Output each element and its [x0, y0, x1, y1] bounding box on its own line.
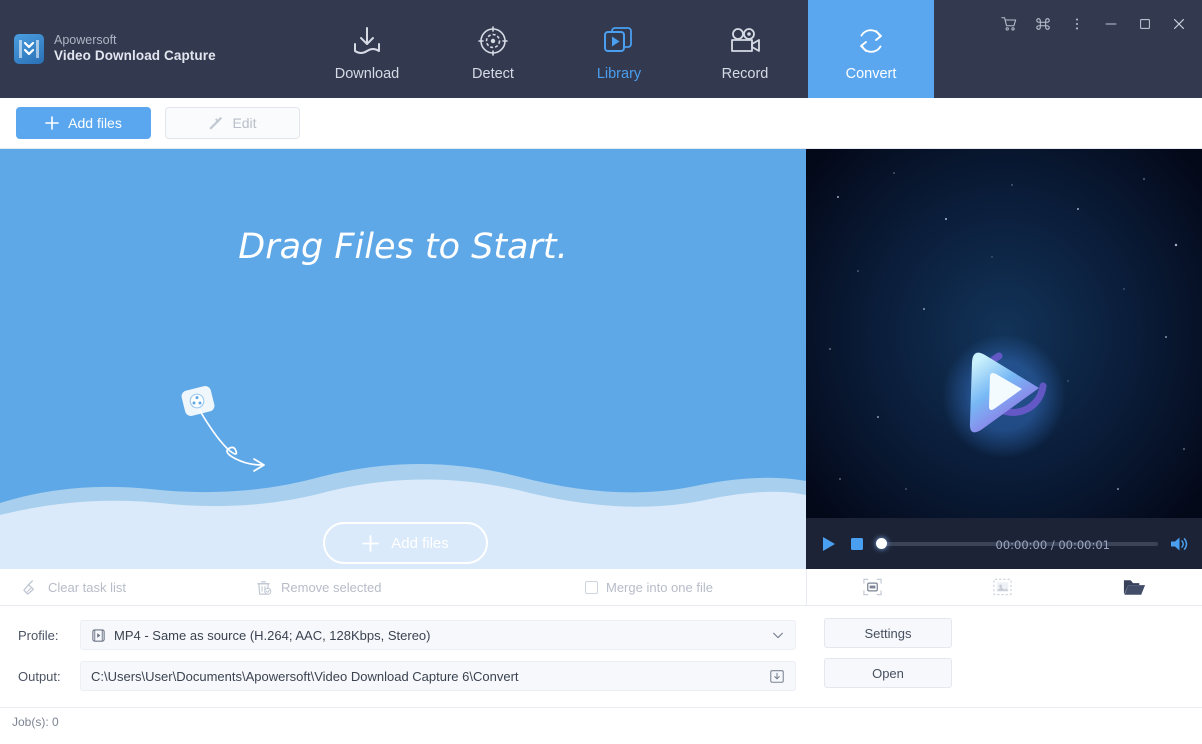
edit-button-label: Edit	[232, 115, 256, 131]
open-folder-icon[interactable]	[1122, 576, 1147, 598]
drag-hint-text: Drag Files to Start.	[238, 227, 568, 267]
stop-button[interactable]	[848, 535, 866, 553]
app-logo-icon	[14, 34, 44, 64]
drag-hint: Drag Files to Start.	[0, 227, 806, 267]
trash-icon	[255, 579, 272, 596]
merge-checkbox-box[interactable]	[585, 581, 598, 594]
profile-row: Profile: MP4 - Same as source (H.264; AA…	[18, 618, 806, 652]
preview-actions	[806, 569, 1202, 606]
nav-label-library: Library	[597, 66, 641, 82]
video-preview[interactable]	[806, 149, 1202, 569]
edit-button[interactable]: Edit	[165, 107, 300, 139]
task-list-actions: Clear task list Remove selected Merge in…	[0, 569, 806, 606]
crop-screen-icon[interactable]	[862, 577, 883, 597]
dropzone-add-files-label: Add files	[391, 535, 449, 552]
file-drop-zone[interactable]: Drag Files to Start. Add files	[0, 149, 806, 569]
jobs-count: Job(s): 0	[12, 715, 59, 729]
nav-item-detect[interactable]: Detect	[430, 0, 556, 98]
settings-buttons: Settings Open	[806, 618, 1202, 707]
nav-label-detect: Detect	[472, 66, 514, 82]
volume-icon[interactable]	[1168, 534, 1190, 554]
nav-item-library[interactable]: Library	[556, 0, 682, 98]
minimize-icon[interactable]	[1096, 10, 1126, 38]
dropzone-add-files-button[interactable]: Add files	[323, 522, 488, 564]
add-files-button[interactable]: Add files	[16, 107, 151, 139]
snapshot-image-icon[interactable]	[992, 577, 1013, 597]
settings-fields: Profile: MP4 - Same as source (H.264; AA…	[0, 618, 806, 707]
profile-select[interactable]: MP4 - Same as source (H.264; AAC, 128Kbp…	[80, 620, 796, 650]
clear-task-list-label: Clear task list	[48, 580, 126, 595]
output-path-value: C:\Users\User\Documents\Apowersoft\Video…	[91, 669, 761, 684]
app-window: Apowersoft Video Download Capture Downlo…	[0, 0, 1202, 744]
main-body: Drag Files to Start. Add files	[0, 149, 1202, 569]
brand: Apowersoft Video Download Capture	[0, 0, 300, 98]
more-menu-icon[interactable]	[1062, 10, 1092, 38]
seek-slider[interactable]: 00:00:00 / 00:00:01	[876, 534, 1158, 554]
brand-company: Apowersoft	[54, 33, 216, 49]
nav-label-convert: Convert	[846, 66, 897, 82]
profile-label: Profile:	[18, 628, 80, 643]
main-nav: Download Detect	[304, 0, 934, 98]
close-icon[interactable]	[1164, 10, 1194, 38]
output-row: Output: C:\Users\User\Documents\Apowerso…	[18, 659, 806, 693]
remove-selected-button[interactable]: Remove selected	[255, 569, 585, 605]
apps-icon[interactable]	[1028, 10, 1058, 38]
nav-item-convert[interactable]: Convert	[808, 0, 934, 98]
remove-selected-label: Remove selected	[281, 580, 381, 595]
window-controls	[994, 10, 1194, 38]
record-icon	[725, 23, 765, 59]
seek-knob[interactable]	[876, 538, 887, 549]
video-file-icon	[91, 628, 106, 643]
action-toolbar: Add files Edit	[0, 98, 1202, 149]
browse-folder-icon	[769, 668, 785, 684]
nav-label-record: Record	[722, 66, 769, 82]
title-bar: Apowersoft Video Download Capture Downlo…	[0, 0, 1202, 98]
player-controls: 00:00:00 / 00:00:01	[806, 518, 1202, 569]
merge-into-one-file-checkbox[interactable]: Merge into one file	[585, 580, 713, 595]
nav-label-download: Download	[335, 66, 400, 82]
task-list-toolbar: Clear task list Remove selected Merge in…	[0, 569, 1202, 606]
status-bar: Job(s): 0	[0, 707, 1202, 736]
profile-value: MP4 - Same as source (H.264; AAC, 128Kbp…	[114, 628, 763, 643]
library-icon	[600, 23, 638, 59]
download-icon	[348, 23, 386, 59]
nav-item-record[interactable]: Record	[682, 0, 808, 98]
curved-arrow-icon	[196, 407, 278, 482]
conversion-settings: Profile: MP4 - Same as source (H.264; AA…	[0, 606, 1202, 707]
chevron-down-icon	[771, 628, 785, 642]
convert-icon	[852, 23, 890, 59]
open-button[interactable]: Open	[824, 658, 952, 688]
plus-icon	[45, 116, 59, 130]
magic-wand-icon	[208, 116, 223, 131]
output-label: Output:	[18, 669, 80, 684]
clear-task-list-button[interactable]: Clear task list	[0, 569, 255, 605]
nav-item-download[interactable]: Download	[304, 0, 430, 98]
plus-icon	[362, 535, 379, 552]
add-files-button-label: Add files	[68, 115, 122, 131]
preview-play-logo-icon	[939, 331, 1069, 466]
settings-button[interactable]: Settings	[824, 618, 952, 648]
merge-checkbox-label: Merge into one file	[606, 580, 713, 595]
output-path-field[interactable]: C:\Users\User\Documents\Apowersoft\Video…	[80, 661, 796, 691]
brand-product: Video Download Capture	[54, 48, 216, 65]
play-button[interactable]	[818, 534, 838, 554]
broom-icon	[22, 579, 39, 596]
cart-icon[interactable]	[994, 10, 1024, 38]
detect-icon	[475, 23, 511, 59]
maximize-icon[interactable]	[1130, 10, 1160, 38]
time-display: 00:00:00 / 00:00:01	[996, 538, 1110, 552]
